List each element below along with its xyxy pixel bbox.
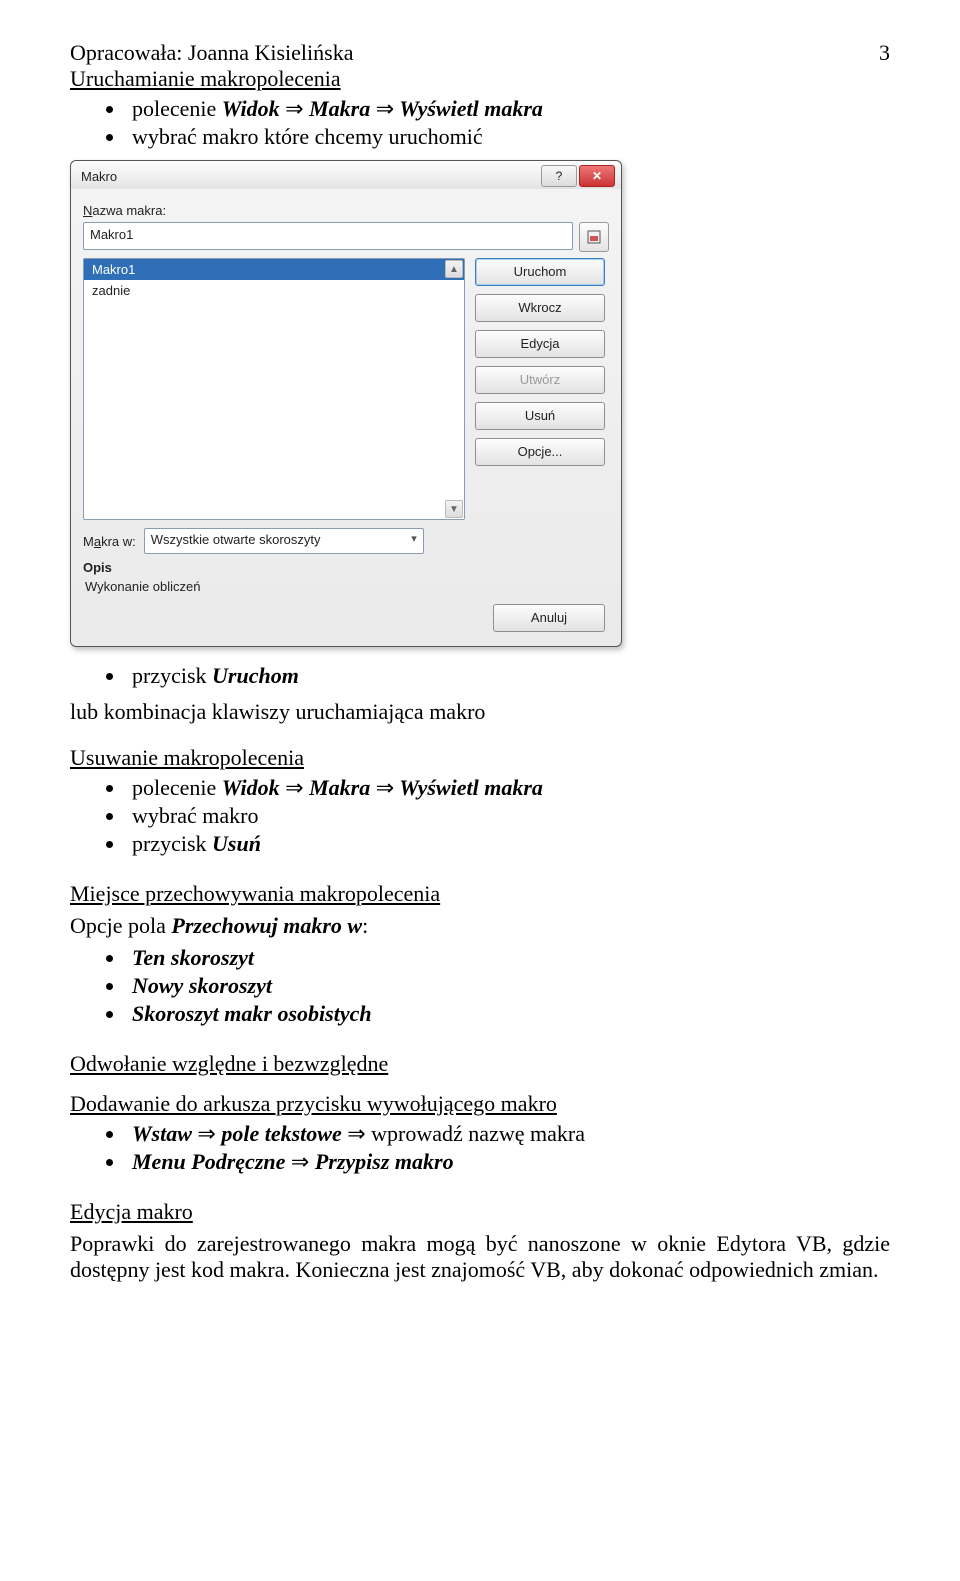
delete-bullets: polecenie Widok ⇒ Makra ⇒ Wyświetl makra… — [70, 775, 890, 857]
run-bullet-3: przycisk Uruchom — [126, 663, 890, 689]
text: polecenie — [132, 775, 222, 800]
list-item[interactable]: Makro1 — [84, 259, 464, 280]
cancel-button[interactable]: Anuluj — [493, 604, 605, 632]
dialog-title: Makro — [81, 169, 117, 184]
text: : — [362, 913, 368, 938]
section-add-title: Dodawanie do arkusza przycisku wywołując… — [70, 1091, 890, 1117]
text: Nowy skoroszyt — [132, 973, 272, 998]
arrow-icon: ⇒ — [376, 775, 394, 800]
delete-bullet-1: polecenie Widok ⇒ Makra ⇒ Wyświetl makra — [126, 775, 890, 801]
run-bullets-2: przycisk Uruchom — [70, 663, 890, 689]
storage-b1: Ten skoroszyt — [126, 945, 890, 971]
text: Przechowuj makro w — [171, 913, 362, 938]
help-icon[interactable]: ? — [541, 165, 577, 187]
text: Skoroszyt makr osobistych — [132, 1001, 372, 1026]
storage-bullets: Ten skoroszyt Nowy skoroszyt Skoroszyt m… — [70, 945, 890, 1027]
macro-dialog: Makro ? ✕ Nazwa makra: Makro1 Makro1 zad… — [70, 160, 622, 647]
step-button[interactable]: Wkrocz — [475, 294, 605, 322]
delete-button[interactable]: Usuń — [475, 402, 605, 430]
text: Widok — [222, 96, 285, 121]
storage-lead: Opcje pola Przechowuj makro w: — [70, 913, 890, 939]
text: wprowadź nazwę makra — [366, 1121, 585, 1146]
text: polecenie — [132, 96, 222, 121]
scroll-up-icon[interactable]: ▲ — [445, 260, 463, 278]
run-bullets: polecenie Widok ⇒ Makra ⇒ Wyświetl makra… — [70, 96, 890, 150]
text: Ten skoroszyt — [132, 945, 254, 970]
storage-b3: Skoroszyt makr osobistych — [126, 1001, 890, 1027]
collapse-dialog-icon[interactable] — [579, 222, 609, 252]
arrow-icon: ⇒ — [376, 96, 394, 121]
arrow-icon: ⇒ — [347, 1121, 365, 1146]
page-number: 3 — [879, 40, 890, 66]
text: Menu Podręczne — [132, 1149, 291, 1174]
arrow-icon: ⇒ — [285, 96, 303, 121]
macro-name-label: Nazwa makra: — [83, 203, 609, 218]
text: pole tekstowe — [216, 1121, 347, 1146]
text: Wstaw — [132, 1121, 197, 1146]
run-after-text: lub kombinacja klawiszy uruchamiająca ma… — [70, 699, 890, 725]
text: Wyświetl makra — [394, 96, 543, 121]
macro-listbox[interactable]: Makro1 zadnie ▲ ▼ — [83, 258, 465, 520]
text: Makra — [304, 775, 376, 800]
macro-name-input[interactable]: Makro1 — [83, 222, 573, 250]
run-button[interactable]: Uruchom — [475, 258, 605, 286]
text: Widok — [222, 775, 285, 800]
list-item[interactable]: zadnie — [84, 280, 464, 301]
author-text: Opracowała: Joanna Kisielińska — [70, 40, 353, 66]
scope-combo[interactable]: Wszystkie otwarte skoroszyty — [144, 528, 424, 554]
section-edit-title: Edycja makro — [70, 1199, 890, 1225]
arrow-icon: ⇒ — [197, 1121, 215, 1146]
text: przycisk — [132, 663, 212, 688]
desc-text: Wykonanie obliczeń — [83, 579, 609, 604]
scope-label: Makra w: — [83, 534, 136, 549]
add-b2: Menu Podręczne ⇒ Przypisz makro — [126, 1149, 890, 1175]
scroll-down-icon[interactable]: ▼ — [445, 500, 463, 518]
dialog-titlebar: Makro ? ✕ — [71, 161, 621, 189]
add-bullets: Wstaw ⇒ pole tekstowe ⇒ wprowadź nazwę m… — [70, 1121, 890, 1175]
delete-bullet-3: przycisk Usuń — [126, 831, 890, 857]
section-storage-title: Miejsce przechowywania makropolecenia — [70, 881, 890, 907]
text: Wyświetl makra — [394, 775, 543, 800]
arrow-icon: ⇒ — [285, 775, 303, 800]
edit-para: Poprawki do zarejestrowanego makra mogą … — [70, 1231, 890, 1283]
text: Uruchom — [212, 663, 299, 688]
close-icon[interactable]: ✕ — [579, 165, 615, 187]
text: Przypisz makro — [309, 1149, 453, 1174]
desc-label: Opis — [83, 560, 609, 575]
edit-button[interactable]: Edycja — [475, 330, 605, 358]
section-run-title: Uruchamianie makropolecenia — [70, 66, 890, 92]
text: Makra — [304, 96, 376, 121]
text: przycisk — [132, 831, 212, 856]
section-ref-title: Odwołanie względne i bezwzględne — [70, 1051, 890, 1077]
run-bullet-2: wybrać makro które chcemy uruchomić — [126, 124, 890, 150]
delete-bullet-2: wybrać makro — [126, 803, 890, 829]
storage-b2: Nowy skoroszyt — [126, 973, 890, 999]
text: Usuń — [212, 831, 261, 856]
options-button[interactable]: Opcje... — [475, 438, 605, 466]
text: Opcje pola — [70, 913, 171, 938]
add-b1: Wstaw ⇒ pole tekstowe ⇒ wprowadź nazwę m… — [126, 1121, 890, 1147]
section-delete-title: Usuwanie makropolecenia — [70, 745, 890, 771]
run-bullet-1: polecenie Widok ⇒ Makra ⇒ Wyświetl makra — [126, 96, 890, 122]
create-button: Utwórz — [475, 366, 605, 394]
arrow-icon: ⇒ — [291, 1149, 309, 1174]
